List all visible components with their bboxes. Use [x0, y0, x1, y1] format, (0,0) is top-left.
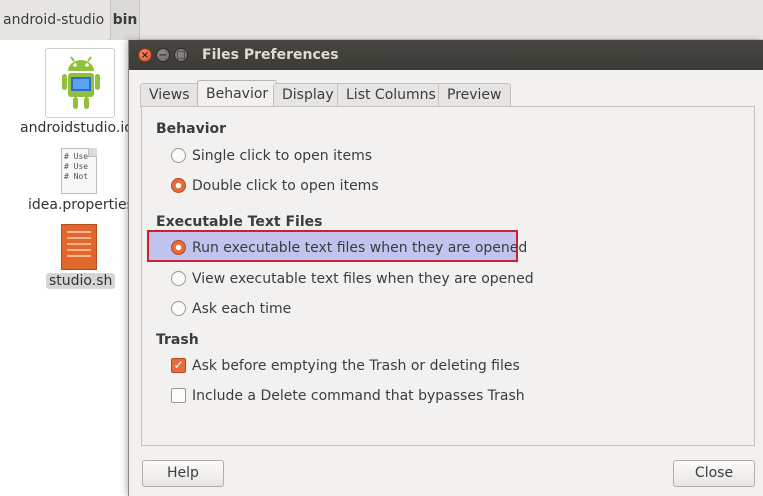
radio-indicator[interactable]	[171, 271, 186, 286]
checkbox-label: Include a Delete command that bypasses T…	[192, 388, 525, 404]
shell-script-icon[interactable]	[61, 224, 97, 270]
android-icon[interactable]	[45, 48, 115, 118]
section-executable-title: Executable Text Files	[156, 214, 323, 230]
maximize-window-icon[interactable]: □	[174, 48, 188, 62]
file-label-androidstudio[interactable]: androidstudio.ic	[20, 120, 132, 136]
dialog-titlebar[interactable]: × − □ Files Preferences	[129, 40, 763, 70]
section-behavior-title: Behavior	[156, 121, 227, 137]
radio-label: Run executable text files when they are …	[192, 240, 528, 256]
script-line	[67, 249, 91, 251]
minimize-window-icon[interactable]: −	[156, 48, 170, 62]
radio-indicator[interactable]	[171, 240, 186, 255]
checkbox-indicator[interactable]	[171, 388, 186, 403]
page-fold	[88, 148, 97, 157]
tab-display[interactable]: Display	[273, 83, 343, 107]
preview-line: # Not	[64, 172, 89, 181]
radio-label: Double click to open items	[192, 178, 379, 194]
radio-indicator[interactable]	[171, 148, 186, 163]
close-button[interactable]: Close	[673, 460, 755, 487]
script-line	[67, 255, 91, 257]
radio-indicator[interactable]	[171, 301, 186, 316]
file-label-studio-sh[interactable]: studio.sh	[46, 273, 116, 289]
radio-label: Single click to open items	[192, 148, 373, 164]
script-line	[67, 243, 91, 245]
checkbox-label: Ask before emptying the Trash or deletin…	[192, 358, 520, 374]
file-label-idea-properties[interactable]: idea.properties	[28, 197, 134, 213]
breadcrumb-android-studio[interactable]: android-studio	[0, 0, 108, 40]
tab-views[interactable]: Views	[140, 83, 199, 107]
breadcrumb-bin[interactable]: bin	[110, 0, 140, 40]
section-trash-title: Trash	[156, 332, 199, 348]
tab-behavior[interactable]: Behavior	[197, 80, 278, 108]
checkbox-indicator[interactable]: ✓	[171, 358, 186, 373]
radio-label: View executable text files when they are…	[192, 271, 534, 287]
tab-list-columns[interactable]: List Columns	[337, 83, 445, 107]
script-line	[67, 237, 91, 239]
tab-preview[interactable]: Preview	[438, 83, 511, 107]
text-file-icon[interactable]: # Use # Use # Not	[61, 148, 97, 194]
radio-indicator[interactable]	[171, 178, 186, 193]
files-preferences-dialog: × − □ Files Preferences Views Behavior D…	[128, 40, 763, 496]
preview-line: # Use	[64, 162, 89, 171]
dialog-title: Files Preferences	[202, 47, 339, 63]
radio-label: Ask each time	[192, 301, 292, 317]
path-bar: android-studio bin	[0, 0, 763, 40]
help-button[interactable]: Help	[142, 460, 224, 487]
close-window-icon[interactable]: ×	[138, 48, 152, 62]
behavior-panel: Behavior Single click to open items Doub…	[141, 106, 755, 446]
script-line	[67, 231, 91, 233]
